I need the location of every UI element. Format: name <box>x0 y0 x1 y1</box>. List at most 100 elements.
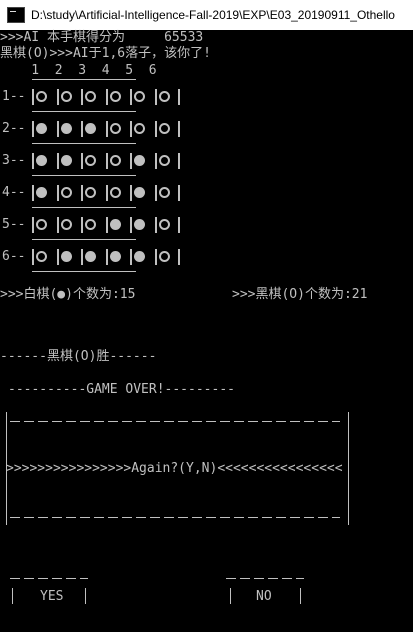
board-line <box>32 143 136 144</box>
board-cell[interactable] <box>32 249 56 265</box>
black-piece-icon <box>60 91 72 102</box>
white-piece-icon <box>36 123 47 134</box>
board-cell[interactable] <box>56 121 81 137</box>
row-label: 3-- <box>2 153 26 168</box>
yes-button[interactable]: YES <box>10 570 90 610</box>
cell-divider <box>154 249 157 265</box>
no-button-top-border <box>226 578 304 579</box>
black-piece-icon <box>109 187 121 198</box>
board-line <box>32 207 136 208</box>
cell-divider <box>130 121 132 137</box>
board-cell[interactable] <box>81 249 105 265</box>
board-cell[interactable] <box>81 121 105 137</box>
board-cell[interactable] <box>130 217 154 233</box>
cell-divider <box>32 249 34 265</box>
board-cell[interactable] <box>130 249 154 265</box>
cell-divider <box>32 185 34 201</box>
cell-divider <box>56 153 59 169</box>
board-cell[interactable] <box>130 185 154 201</box>
cell-divider <box>154 121 157 137</box>
prompt-box-bottom-border <box>10 517 340 518</box>
white-piece-icon <box>109 251 121 262</box>
board-cell[interactable] <box>81 185 105 201</box>
yes-button-left-border <box>12 588 13 604</box>
white-count-line: >>>白棋(●)个数为:15 <box>0 287 136 302</box>
board-cell[interactable] <box>56 89 81 105</box>
board-cell[interactable] <box>154 217 179 233</box>
board-cell[interactable] <box>32 185 56 201</box>
row-label: 5-- <box>2 217 26 232</box>
board-cell[interactable] <box>105 217 130 233</box>
board-cell[interactable] <box>154 249 179 265</box>
black-piece-icon <box>158 219 170 230</box>
no-button[interactable]: NO <box>226 570 306 610</box>
cell-divider <box>81 217 83 233</box>
black-piece-icon <box>158 123 170 134</box>
cell-divider <box>154 185 157 201</box>
white-piece-icon <box>36 155 47 166</box>
board-cell[interactable] <box>154 185 179 201</box>
cell-divider <box>56 185 59 201</box>
board-cell[interactable] <box>32 153 56 169</box>
board-cell[interactable] <box>105 121 130 137</box>
black-piece-icon <box>36 91 47 102</box>
cell-divider <box>130 217 132 233</box>
board-cell[interactable] <box>81 153 105 169</box>
board-cell[interactable] <box>32 89 56 105</box>
black-piece-icon <box>60 219 72 230</box>
black-piece-icon <box>158 155 170 166</box>
cell-divider <box>56 89 59 105</box>
cell-divider <box>105 89 108 105</box>
board-cell[interactable] <box>56 153 81 169</box>
cell-divider <box>178 121 180 137</box>
board-cell[interactable] <box>32 121 56 137</box>
cell-divider <box>178 217 180 233</box>
board-line <box>32 271 136 272</box>
board-cell[interactable] <box>105 185 130 201</box>
cell-divider <box>32 153 34 169</box>
board-cell[interactable] <box>130 121 154 137</box>
board-cell[interactable] <box>154 153 179 169</box>
black-piece-icon <box>36 251 47 262</box>
board-cell[interactable] <box>105 153 130 169</box>
white-piece-icon <box>85 123 96 134</box>
cell-divider <box>154 89 157 105</box>
ai-score-line: >>>AI 本手棋得分为 65533 <box>0 30 204 45</box>
white-piece-icon <box>134 155 145 166</box>
board-cell[interactable] <box>130 89 154 105</box>
yes-button-right-border <box>85 588 86 604</box>
cell-divider <box>154 217 157 233</box>
prompt-box-right-border <box>348 412 349 525</box>
black-piece-icon <box>85 187 96 198</box>
cell-divider <box>130 185 132 201</box>
board-cell[interactable] <box>154 121 179 137</box>
board-cell[interactable] <box>105 249 130 265</box>
board-row: 4-- <box>0 181 200 205</box>
board-cell[interactable] <box>105 89 130 105</box>
cell-divider <box>105 153 108 169</box>
cell-divider <box>81 89 83 105</box>
white-piece-icon <box>60 251 72 262</box>
cell-divider <box>178 153 180 169</box>
window-titlebar[interactable]: D:\study\Artificial-Intelligence-Fall-20… <box>0 0 413 30</box>
black-piece-icon <box>109 155 121 166</box>
ai-move-line: 黑棋(O)>>>AI于1,6落子，该你了! <box>0 46 211 61</box>
board-cell[interactable] <box>56 249 81 265</box>
white-piece-icon <box>60 155 72 166</box>
black-piece-icon <box>85 155 96 166</box>
board-cell[interactable] <box>81 89 105 105</box>
board-cell[interactable] <box>56 185 81 201</box>
cell-divider <box>56 249 59 265</box>
board-row: 6-- <box>0 245 200 269</box>
board-cell[interactable] <box>130 153 154 169</box>
board-cell[interactable] <box>56 217 81 233</box>
board-cell[interactable] <box>81 217 105 233</box>
board-cell[interactable] <box>32 217 56 233</box>
black-piece-icon <box>158 187 170 198</box>
again-prompt: >>>>>>>>>>>>>>>>Again?(Y,N)<<<<<<<<<<<<<… <box>6 461 343 476</box>
black-piece-icon <box>109 123 121 134</box>
white-piece-icon <box>85 251 96 262</box>
board-cell[interactable] <box>154 89 179 105</box>
white-piece-icon <box>36 187 47 198</box>
no-button-right-border <box>300 588 301 604</box>
